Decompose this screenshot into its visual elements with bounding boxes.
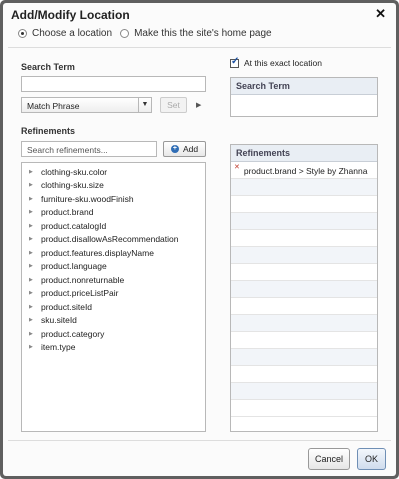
cancel-button[interactable]: Cancel xyxy=(308,448,350,470)
empty-row xyxy=(231,179,377,196)
tree-item[interactable]: ▶ product.disallowAsRecommendation xyxy=(22,233,179,246)
exact-location-label[interactable]: At this exact location xyxy=(244,58,322,68)
refinements-label: Refinements xyxy=(21,126,76,136)
tree-item[interactable]: ▶ clothing-sku.size xyxy=(22,179,104,192)
empty-row xyxy=(231,213,377,230)
location-mode: Choose a location Make this the site's h… xyxy=(18,28,280,39)
empty-row xyxy=(231,230,377,247)
empty-row xyxy=(231,366,377,383)
tree-item[interactable]: ▶ product.category xyxy=(22,327,104,340)
expand-triangle-icon[interactable]: ▶ xyxy=(29,169,35,175)
expand-triangle-icon[interactable]: ▶ xyxy=(29,290,35,296)
tree-item[interactable]: ▶ sku.siteId xyxy=(22,314,77,327)
choose-location-radio[interactable] xyxy=(18,29,27,38)
refinement-row: ✕ product.brand > Style by Zhanna xyxy=(231,162,377,179)
tree-item[interactable]: ▶ product.language xyxy=(22,260,107,273)
empty-row xyxy=(231,298,377,315)
expand-triangle-icon[interactable]: ▶ xyxy=(29,317,35,323)
expand-triangle-icon[interactable]: ▶ xyxy=(29,196,35,202)
home-page-radio[interactable] xyxy=(120,29,130,38)
tree-item[interactable]: ▶ furniture-sku.woodFinish xyxy=(22,192,134,205)
expand-triangle-icon[interactable]: ▶ xyxy=(29,331,35,337)
expand-triangle-icon[interactable]: ▶ xyxy=(29,344,35,350)
match-type-value: Match Phrase xyxy=(27,101,80,111)
tree-item[interactable]: ▶ clothing-sku.color xyxy=(22,165,107,178)
search-term-header: Search Term xyxy=(231,78,377,95)
refinements-header: Refinements xyxy=(231,145,377,162)
tree-item[interactable]: ▶ product.brand xyxy=(22,206,93,219)
tree-item[interactable]: ▶ product.catalogId xyxy=(22,219,106,232)
expand-triangle-icon[interactable]: ▶ xyxy=(29,223,35,229)
refinements-panel: Refinements ✕ product.brand > Style by Z… xyxy=(230,144,378,432)
exact-location-checkbox[interactable] xyxy=(230,56,239,68)
match-type-select[interactable]: Match Phrase ▼ xyxy=(21,97,152,113)
expand-triangle-icon[interactable]: ▶ xyxy=(29,277,35,283)
search-term-panel: Search Term xyxy=(230,77,378,117)
chevron-down-icon[interactable]: ▼ xyxy=(138,98,151,112)
tree-item[interactable]: ▶ item.type xyxy=(22,341,76,354)
dialog-title: Add/Modify Location xyxy=(11,8,130,22)
home-page-label[interactable]: Make this the site's home page xyxy=(134,28,272,39)
empty-row xyxy=(231,383,377,400)
empty-row xyxy=(231,247,377,264)
empty-row xyxy=(231,264,377,281)
empty-row xyxy=(231,332,377,349)
plus-icon: + xyxy=(170,145,179,153)
play-icon[interactable]: ▶ xyxy=(196,101,201,109)
add-refinement-button[interactable]: + Add xyxy=(163,141,206,157)
tree-item[interactable]: ▶ product.nonreturnable xyxy=(22,273,124,286)
expand-triangle-icon[interactable]: ▶ xyxy=(29,209,35,215)
remove-icon[interactable]: ✕ xyxy=(234,163,240,171)
expand-triangle-icon[interactable]: ▶ xyxy=(29,182,35,188)
empty-row xyxy=(231,315,377,332)
empty-row xyxy=(231,196,377,213)
ok-button[interactable]: OK xyxy=(357,448,386,470)
empty-row xyxy=(231,281,377,298)
dialog-frame: Add/Modify Location ✕ Choose a location … xyxy=(0,0,399,479)
search-term-label: Search Term xyxy=(21,62,75,72)
footer-divider xyxy=(8,440,391,441)
expand-triangle-icon[interactable]: ▶ xyxy=(29,304,35,310)
empty-row xyxy=(231,400,377,417)
search-term-input[interactable] xyxy=(21,76,206,92)
expand-triangle-icon[interactable]: ▶ xyxy=(29,250,35,256)
set-button[interactable]: Set xyxy=(160,97,187,113)
divider xyxy=(8,47,391,48)
tree-item[interactable]: ▶ product.priceListPair xyxy=(22,287,118,300)
choose-location-label[interactable]: Choose a location xyxy=(32,28,112,39)
search-refinements-input[interactable]: Search refinements... xyxy=(21,141,157,157)
add-label: Add xyxy=(182,144,199,154)
refinements-tree: ▶ clothing-sku.color ▶ clothing-sku.size ▶… xyxy=(21,162,206,432)
expand-triangle-icon[interactable]: ▶ xyxy=(29,263,35,269)
add-modify-location-dialog: Add/Modify Location ✕ Choose a location … xyxy=(3,3,396,476)
empty-row xyxy=(231,349,377,366)
expand-triangle-icon[interactable]: ▶ xyxy=(29,236,35,242)
tree-item[interactable]: ▶ product.siteId xyxy=(22,300,92,313)
exact-location-row: At this exact location xyxy=(230,56,322,68)
refinement-entry: ✕ product.brand > Style by Zhanna xyxy=(234,163,368,176)
tree-item[interactable]: ▶ product.features.displayName xyxy=(22,246,154,259)
close-icon[interactable]: ✕ xyxy=(375,7,386,21)
